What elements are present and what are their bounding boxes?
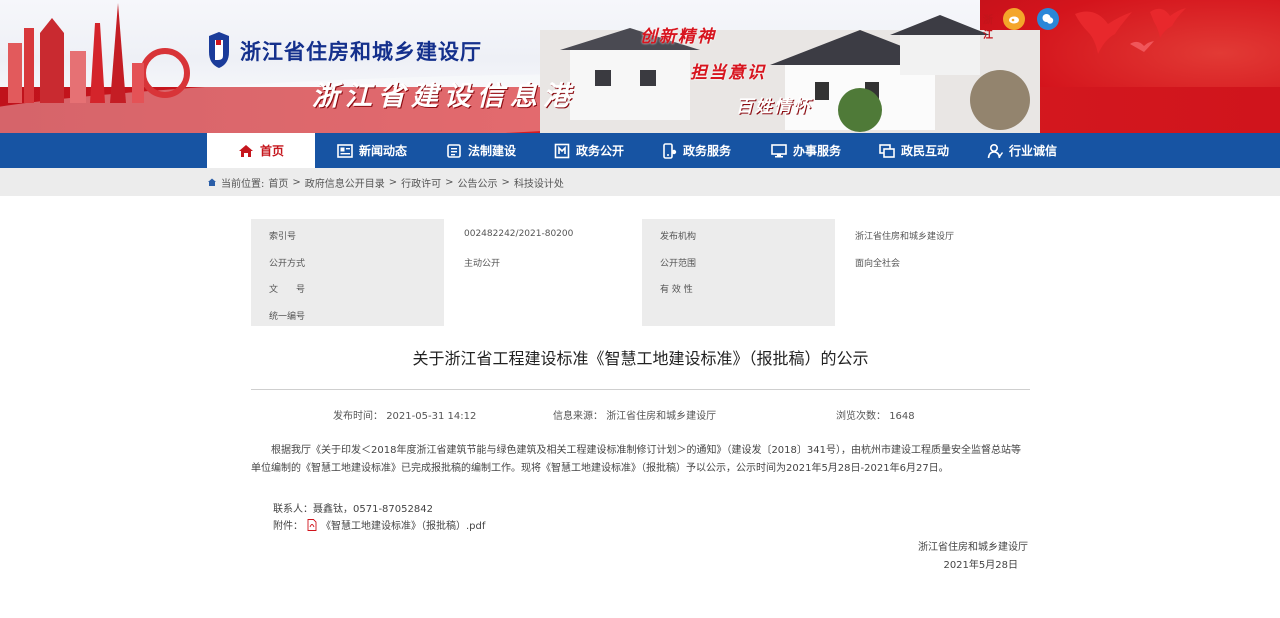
weibo-icon[interactable] [1003, 8, 1025, 30]
info-value-index: 002482242/2021-80200 [464, 229, 574, 239]
view-count-value: 1648 [889, 411, 915, 422]
breadcrumb-link-catalog[interactable]: 政府信息公开目录 [305, 175, 385, 190]
article-body: 根据我厅《关于印发＜2018年度浙江省建筑节能与绿色建筑及相关工程建设标准制修订… [251, 442, 1030, 478]
publish-time: 发布时间： 2021-05-31 14:12 [333, 407, 476, 422]
dove-icon [1075, 8, 1186, 55]
nav-item-credit[interactable]: 行业诚信 [987, 133, 1057, 168]
info-label-publisher: 发布机构 [660, 232, 697, 242]
nav-item-home[interactable]: 首页 [207, 133, 315, 168]
site-logo-icon [209, 32, 229, 68]
article-paragraph: 根据我厅《关于印发＜2018年度浙江省建筑节能与绿色建筑及相关工程建设标准制修订… [251, 445, 1021, 474]
nav-label: 首页 [259, 144, 284, 158]
info-label-method: 公开方式 [269, 259, 306, 269]
info-label-unified: 统一编号 [269, 312, 306, 322]
info-value-scope: 面向全社会 [855, 259, 901, 269]
nav-item-affairs[interactable]: 办事服务 [771, 133, 841, 168]
info-left-values: 002482242/2021-80200 主动公开 [444, 219, 642, 326]
nav-label: 办事服务 [793, 144, 842, 158]
law-icon [447, 143, 461, 158]
pdf-icon [307, 518, 317, 531]
nav-label: 行业诚信 [1009, 144, 1058, 158]
sign-org: 浙江省住房和城乡建设厅 [918, 542, 1028, 553]
location-icon [208, 178, 216, 186]
wechat-icon[interactable] [1037, 8, 1059, 30]
info-label-docnum: 文 号 [269, 285, 306, 295]
info-label-scope: 公开范围 [660, 259, 697, 269]
slogan-3: 百姓情怀 [736, 97, 812, 117]
breadcrumb-link-home[interactable]: 首页 [268, 175, 288, 190]
nav-item-news[interactable]: 新闻动态 [337, 133, 407, 168]
info-label-index: 索引号 [269, 232, 297, 242]
breadcrumb: 当前位置: 首页 > 政府信息公开目录 > 行政许可 > 公告公示 > 科技设计处 [207, 168, 564, 196]
interaction-icon [879, 143, 895, 158]
view-count-label: 浏览次数： [836, 411, 886, 422]
affairs-icon [771, 143, 787, 157]
nav-label: 法制建设 [468, 144, 517, 158]
news-icon [337, 143, 353, 158]
nav-item-law[interactable]: 法制建设 [446, 133, 516, 168]
nav-label: 政民互动 [901, 144, 950, 158]
main-nav: 首页 新闻动态 法制建设 政务公开 政务服务 办事服务 政民互动 行业诚信 [0, 133, 1280, 168]
breadcrumb-prefix: 当前位置: [221, 178, 265, 190]
top-link-label: 浙江 [983, 15, 993, 41]
nav-label: 新闻动态 [359, 144, 408, 158]
info-right-labels: 发布机构 公开范围 有 效 性 [642, 219, 835, 326]
nav-label: 政务服务 [683, 144, 732, 158]
home-icon [238, 144, 253, 157]
slogan-1: 创新精神 [640, 27, 716, 47]
city-skyline-illustration [8, 3, 190, 103]
breadcrumb-link-dept[interactable]: 科技设计处 [514, 175, 564, 190]
publish-time-value: 2021-05-31 14:12 [386, 411, 477, 422]
breadcrumb-bar: 当前位置: 首页 > 政府信息公开目录 > 行政许可 > 公告公示 > 科技设计处 [0, 168, 1280, 196]
info-source-label: 信息来源： [553, 411, 603, 422]
nav-item-gov-service[interactable]: 政务服务 [661, 133, 731, 168]
site-title[interactable]: 浙江省住房和城乡建设厅 [240, 36, 482, 66]
site-subtitle: 浙江省建设信息港 [312, 81, 576, 112]
sign-date: 2021年5月28日 [943, 560, 1018, 571]
credit-icon [987, 143, 1003, 158]
nav-item-interaction[interactable]: 政民互动 [879, 133, 949, 168]
info-source-value: 浙江省住房和城乡建设厅 [606, 411, 717, 422]
breadcrumb-link-permit[interactable]: 行政许可 [401, 175, 441, 190]
info-source: 信息来源： 浙江省住房和城乡建设厅 [553, 407, 716, 422]
info-left-labels: 索引号 公开方式 文 号 统一编号 [251, 219, 444, 326]
nav-label: 政务公开 [576, 144, 625, 158]
gov-service-icon [663, 142, 677, 159]
article-title: 关于浙江省工程建设标准《智慧工地建设标准》（报批稿）的公示 [412, 349, 869, 368]
publish-time-label: 发布时间： [333, 411, 383, 422]
gov-open-icon [554, 143, 570, 158]
info-value-method: 主动公开 [464, 259, 501, 269]
nav-item-gov-open[interactable]: 政务公开 [554, 133, 624, 168]
info-value-publisher: 浙江省住房和城乡建设厅 [855, 232, 955, 242]
breadcrumb-link-notice[interactable]: 公告公示 [458, 175, 498, 190]
info-label-validity: 有 效 性 [660, 285, 693, 295]
info-right-values: 浙江省住房和城乡建设厅 面向全社会 [835, 219, 1030, 326]
header-banner: 浙江省住房和城乡建设厅 浙江省建设信息港 创新精神 担当意识 百姓情怀 浙江 [0, 0, 1280, 133]
attachment-link[interactable]: 《智慧工地建设标准》（报批稿）.pdf [321, 517, 485, 532]
contact-line: 联系人：聂鑫钛，0571-87052842 [273, 504, 433, 515]
document-info-table: 索引号 公开方式 文 号 统一编号 002482242/2021-80200 主… [251, 219, 1030, 326]
attachment-line: 附件： 《智慧工地建设标准》（报批稿）.pdf [273, 517, 485, 532]
view-count: 浏览次数： 1648 [836, 407, 915, 422]
slogan-2: 担当意识 [690, 63, 766, 83]
attachment-label: 附件： [273, 521, 303, 532]
title-divider [251, 389, 1030, 390]
